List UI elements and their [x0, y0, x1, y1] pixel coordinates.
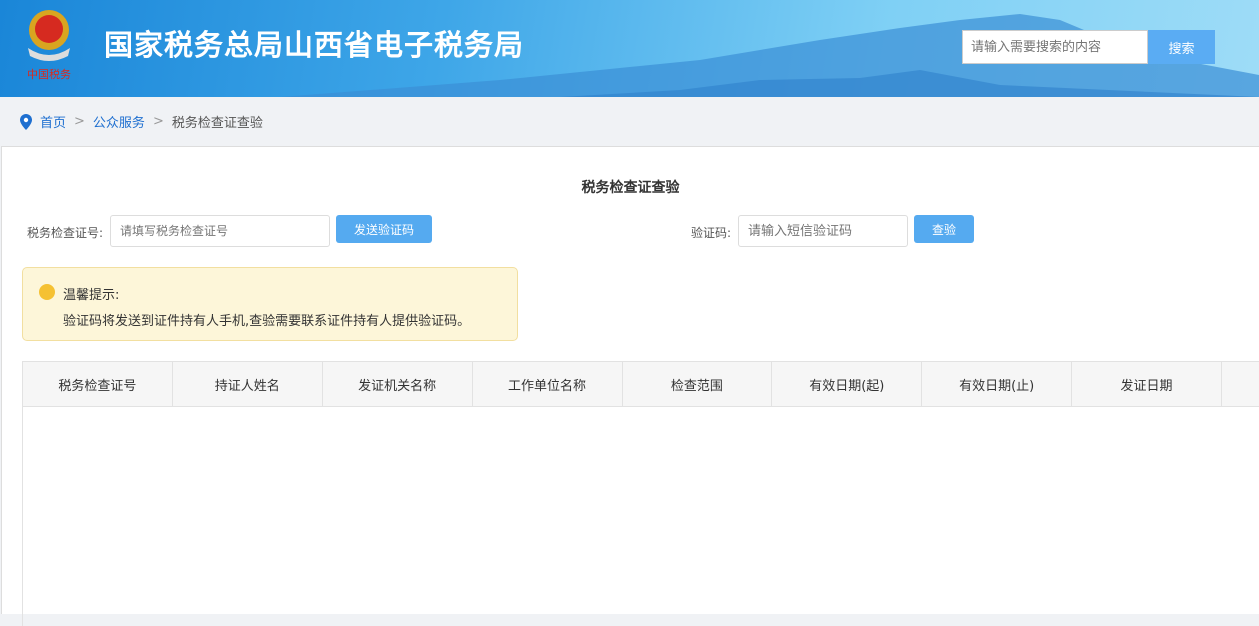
- verify-code-label: 验证码:: [691, 224, 731, 241]
- column-header: 有效日期(起): [772, 362, 922, 407]
- table-header-row: 税务检查证号 持证人姓名 发证机关名称 工作单位名称 检查范围 有效日期(起) …: [23, 362, 1259, 407]
- breadcrumb-home[interactable]: 首页: [40, 112, 66, 131]
- column-header: 检查范围: [622, 362, 772, 407]
- tax-emblem-logo: 中国税务: [20, 4, 78, 82]
- breadcrumb-separator: >: [153, 114, 164, 129]
- result-table: 税务检查证号 持证人姓名 发证机关名称 工作单位名称 检查范围 有效日期(起) …: [22, 361, 1259, 407]
- location-pin-icon: [20, 114, 32, 130]
- column-header: 持证人姓名: [172, 362, 322, 407]
- cert-number-input[interactable]: [110, 215, 330, 247]
- breadcrumb-separator: >: [74, 114, 85, 129]
- column-header: 发证日期: [1072, 362, 1222, 407]
- cert-number-label: 税务检查证号:: [27, 224, 103, 241]
- tip-title: 温馨提示:: [63, 284, 119, 303]
- main-panel: 税务检查证查验 税务检查证号: 发送验证码 验证码: 查验 温馨提示: 验证码将…: [1, 146, 1259, 614]
- column-header: 有效日期(止): [922, 362, 1072, 407]
- verify-code-input[interactable]: [738, 215, 908, 247]
- send-code-button[interactable]: 发送验证码: [336, 215, 432, 243]
- page-title: 税务检查证查验: [2, 177, 1259, 197]
- column-header: [1222, 362, 1259, 407]
- search-button[interactable]: 搜索: [1148, 30, 1215, 64]
- column-header: 工作单位名称: [472, 362, 622, 407]
- column-header: 发证机关名称: [322, 362, 472, 407]
- svg-text:中国税务: 中国税务: [27, 67, 71, 81]
- tip-body: 验证码将发送到证件持有人手机,查验需要联系证件持有人提供验证码。: [63, 310, 470, 329]
- site-title: 国家税务总局山西省电子税务局: [104, 22, 524, 64]
- breadcrumb: 首页 > 公众服务 > 税务检查证查验: [20, 112, 263, 131]
- column-header: 税务检查证号: [23, 362, 173, 407]
- search-input[interactable]: [962, 30, 1148, 64]
- verify-button[interactable]: 查验: [914, 215, 974, 243]
- tip-box: 温馨提示: 验证码将发送到证件持有人手机,查验需要联系证件持有人提供验证码。: [22, 267, 518, 341]
- breadcrumb-current: 税务检查证查验: [172, 112, 263, 131]
- smile-icon: [39, 284, 55, 300]
- breadcrumb-public-service[interactable]: 公众服务: [93, 112, 145, 131]
- header: 中国税务 国家税务总局山西省电子税务局 搜索: [0, 0, 1259, 97]
- table-body: [22, 406, 1259, 626]
